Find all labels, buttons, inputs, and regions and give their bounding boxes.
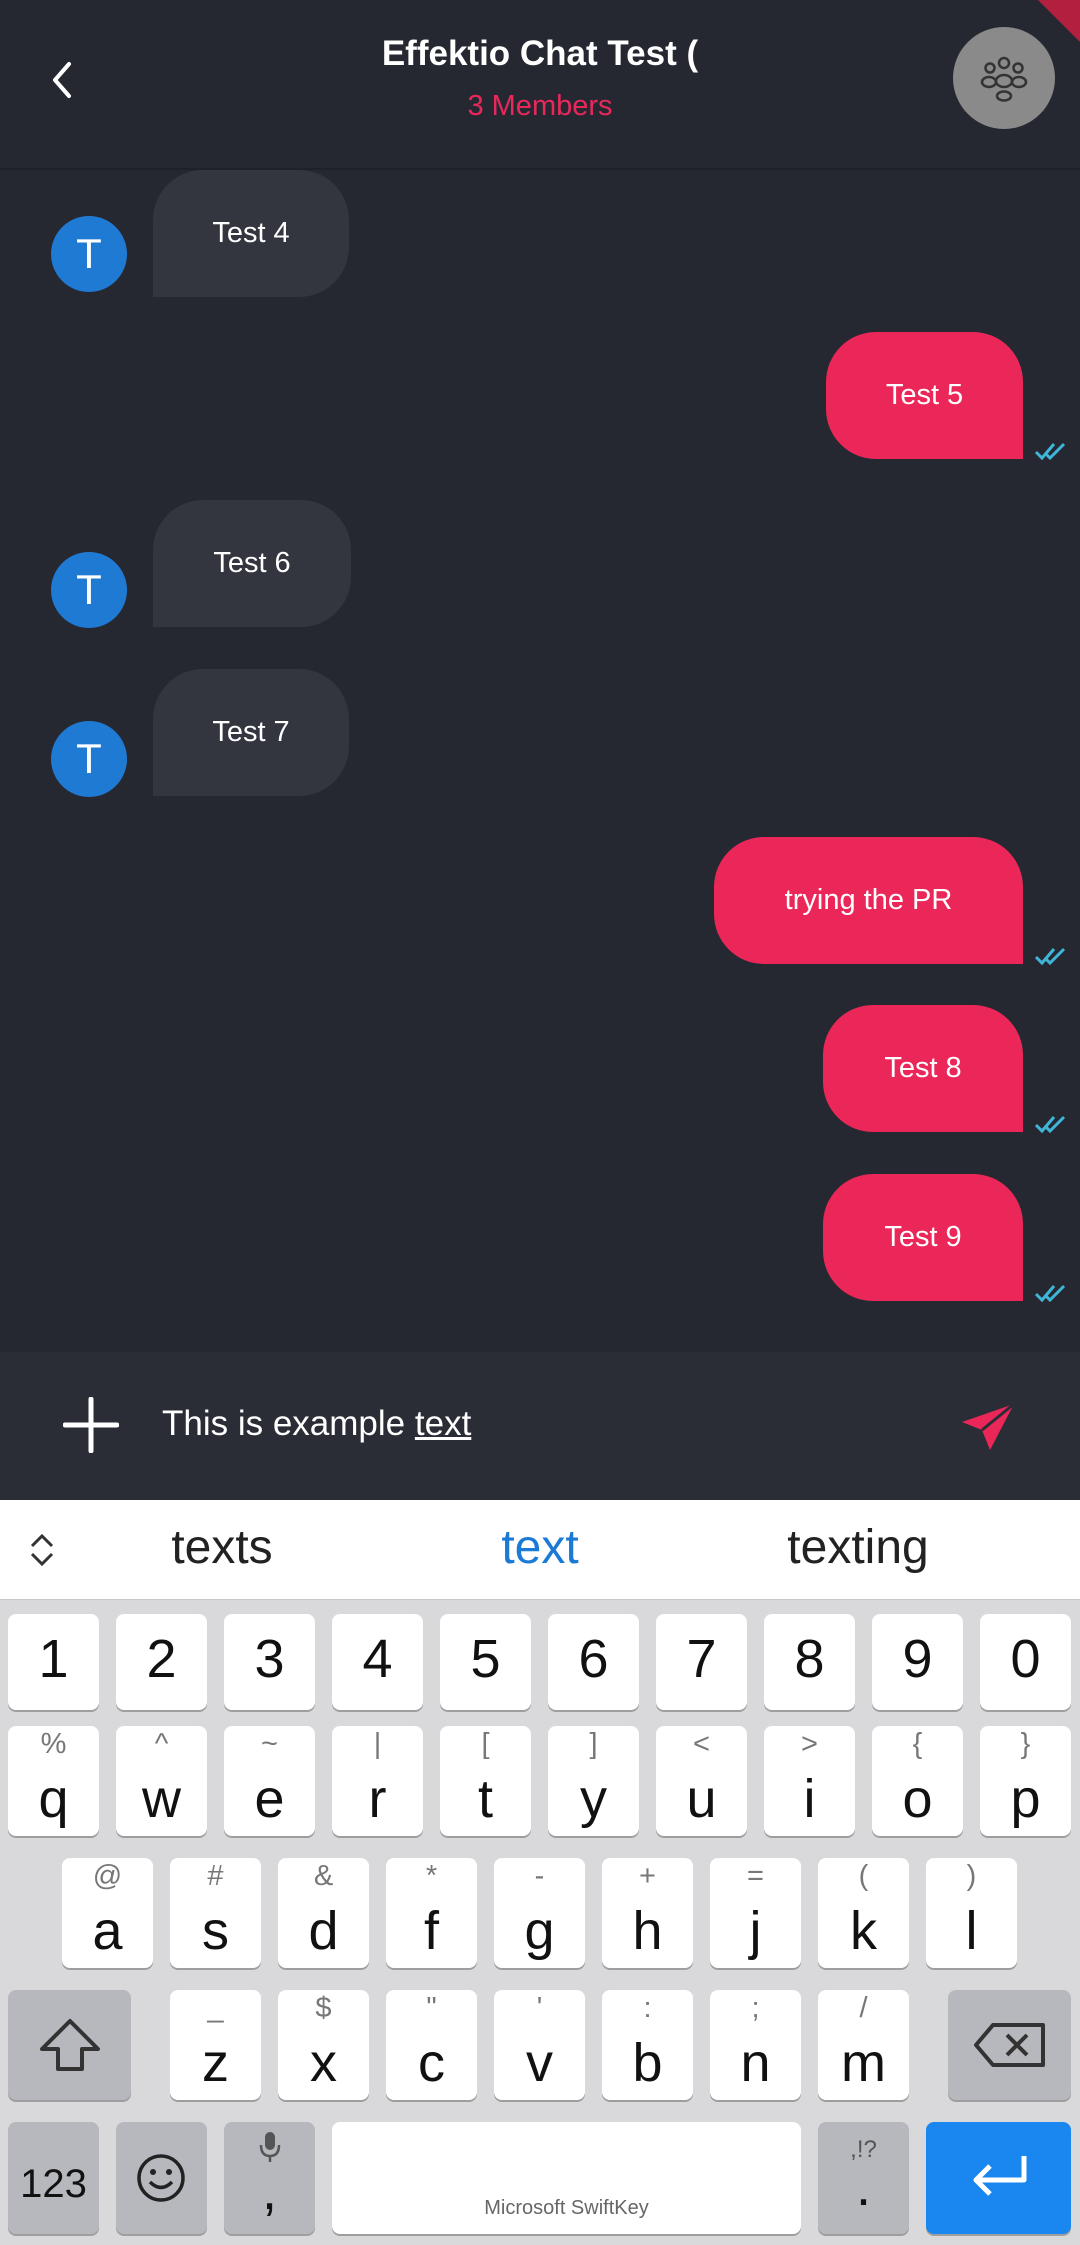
numbers-mode-key[interactable]: 123 — [8, 2122, 99, 2234]
enter-key[interactable] — [926, 2122, 1071, 2234]
read-receipt-icon — [1034, 1284, 1066, 1303]
group-info-button[interactable] — [953, 27, 1055, 129]
emoji-key[interactable] — [116, 2122, 207, 2234]
outgoing-message[interactable]: Test 9 — [823, 1174, 1023, 1301]
key-0[interactable]: 0 — [980, 1614, 1071, 1710]
key-8[interactable]: 8 — [764, 1614, 855, 1710]
key-s[interactable]: # s — [170, 1858, 261, 1968]
outgoing-message[interactable]: Test 5 — [826, 332, 1023, 459]
message-composer: This is example text — [0, 1352, 1080, 1500]
group-icon — [980, 56, 1028, 102]
suggestion-1[interactable]: texts — [92, 1520, 352, 1575]
suggestion-2[interactable]: text — [410, 1520, 670, 1575]
key-5[interactable]: 5 — [440, 1614, 531, 1710]
suggestion-bar: texts text texting — [0, 1500, 1080, 1600]
key-x[interactable]: $ x — [278, 1990, 369, 2100]
key-g[interactable]: -g — [494, 1858, 585, 1968]
key-w[interactable]: ^ w — [116, 1726, 207, 1836]
comma-key[interactable]: , — [224, 2122, 315, 2234]
key-f[interactable]: * f — [386, 1858, 477, 1968]
key-6[interactable]: 6 — [548, 1614, 639, 1710]
emoji-icon — [137, 2154, 185, 2202]
key-y[interactable]: ] y — [548, 1726, 639, 1836]
key-9[interactable]: 9 — [872, 1614, 963, 1710]
shift-icon — [40, 2019, 100, 2071]
read-receipt-icon — [1034, 442, 1066, 461]
member-count: 3 Members — [467, 90, 613, 122]
key-n[interactable]: ; n — [710, 1990, 801, 2100]
key-4[interactable]: 4 — [332, 1614, 423, 1710]
read-receipt-icon — [1034, 1115, 1066, 1134]
enter-icon — [973, 2156, 1027, 2196]
key-c[interactable]: " c — [386, 1990, 477, 2100]
message-row: T Test 7 — [0, 669, 1080, 829]
outgoing-message[interactable]: Test 8 — [823, 1005, 1023, 1132]
message-row: Test 9 — [0, 1174, 1080, 1314]
avatar[interactable]: T — [51, 721, 127, 797]
avatar[interactable]: T — [51, 552, 127, 628]
key-p[interactable]: } p — [980, 1726, 1071, 1836]
message-input-current-word: text — [414, 1404, 472, 1443]
key-t[interactable]: [t — [440, 1726, 531, 1836]
message-input[interactable]: This is example text — [162, 1404, 471, 1444]
message-row: Test 8 — [0, 1005, 1080, 1145]
key-h[interactable]: + h — [602, 1858, 693, 1968]
attach-plus-icon[interactable] — [63, 1397, 119, 1453]
suggestion-3[interactable]: texting — [728, 1520, 988, 1575]
outgoing-message[interactable]: trying the PR — [714, 837, 1023, 964]
key-a[interactable]: @ a — [62, 1858, 153, 1968]
key-m[interactable]: / m — [818, 1990, 909, 2100]
expand-toolbar-icon[interactable] — [24, 1530, 60, 1570]
message-row: Test 5 — [0, 332, 1080, 472]
key-o[interactable]: {o — [872, 1726, 963, 1836]
message-row: T Test 6 — [0, 500, 1080, 660]
key-r[interactable]: | r — [332, 1726, 423, 1836]
chat-header: Effektio Chat Test ( 3 Members — [0, 0, 1080, 170]
avatar[interactable]: T — [51, 216, 127, 292]
backspace-key[interactable] — [948, 1990, 1071, 2100]
key-d[interactable]: & d — [278, 1858, 369, 1968]
key-k[interactable]: (k — [818, 1858, 909, 1968]
message-row: trying the PR — [0, 837, 1080, 977]
key-1[interactable]: 1 — [8, 1614, 99, 1710]
key-z[interactable]: _ z — [170, 1990, 261, 2100]
message-row: T Test 4 — [0, 170, 1080, 330]
key-v[interactable]: ' v — [494, 1990, 585, 2100]
send-icon[interactable] — [960, 1402, 1016, 1452]
key-j[interactable]: = j — [710, 1858, 801, 1968]
key-e[interactable]: ~ e — [224, 1726, 315, 1836]
incoming-message[interactable]: Test 6 — [153, 500, 351, 627]
onscreen-keyboard: texts text texting 1 2 3 4 5 6 7 8 9 0 %… — [0, 1500, 1080, 2245]
incoming-message[interactable]: Test 4 — [153, 170, 349, 297]
microphone-icon — [259, 2132, 281, 2162]
period-key[interactable]: ,!?. — [818, 2122, 909, 2234]
space-key[interactable]: Microsoft SwiftKey — [332, 2122, 801, 2234]
key-q[interactable]: % q — [8, 1726, 99, 1836]
message-input-text: This is example — [162, 1404, 415, 1443]
debug-banner — [1038, 0, 1080, 42]
backspace-icon — [974, 2023, 1045, 2067]
key-7[interactable]: 7 — [656, 1614, 747, 1710]
incoming-message[interactable]: Test 7 — [153, 669, 349, 796]
key-u[interactable]: < u — [656, 1726, 747, 1836]
read-receipt-icon — [1034, 947, 1066, 966]
chat-title: Effektio Chat Test ( — [381, 34, 699, 73]
message-list[interactable]: T Test 4 Test 5 T Test 6 T Test 7 trying… — [0, 170, 1080, 1352]
key-i[interactable]: > i — [764, 1726, 855, 1836]
key-l[interactable]: ) l — [926, 1858, 1017, 1968]
shift-key[interactable] — [8, 1990, 131, 2100]
key-2[interactable]: 2 — [116, 1614, 207, 1710]
key-3[interactable]: 3 — [224, 1614, 315, 1710]
key-b[interactable]: :b — [602, 1990, 693, 2100]
